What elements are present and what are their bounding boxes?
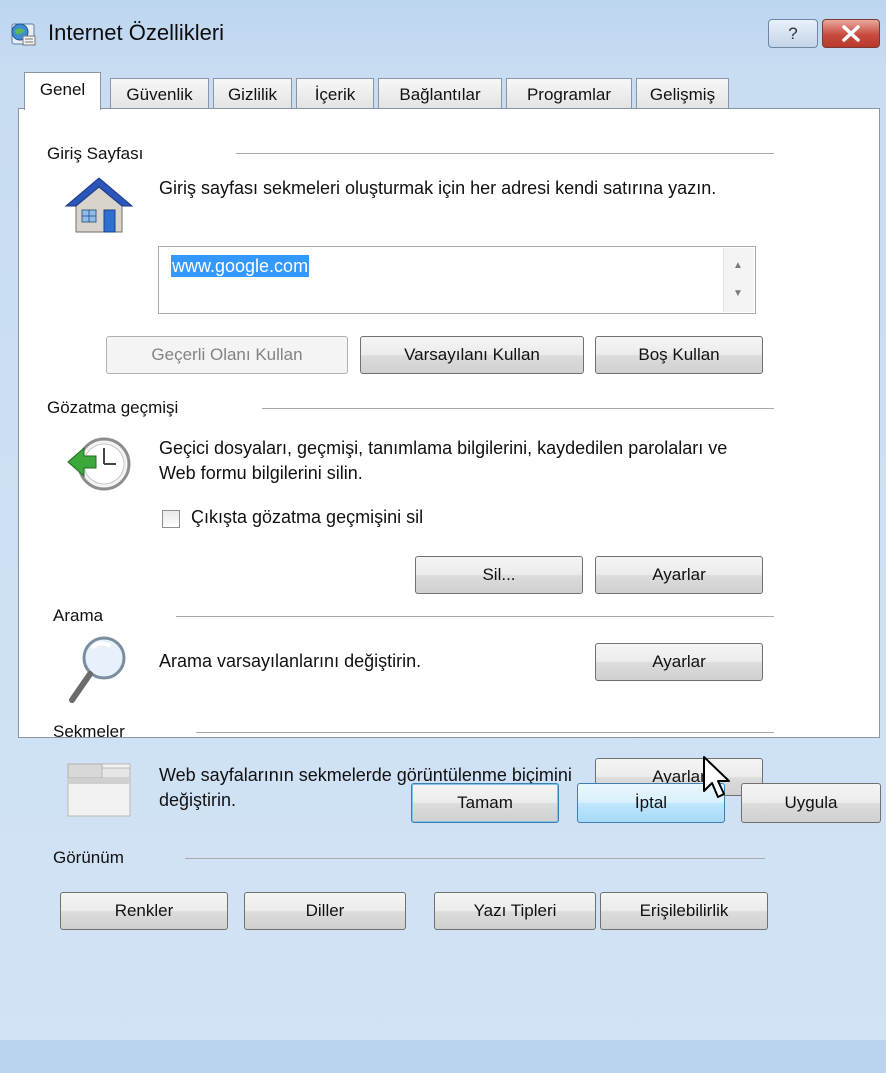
ok-button[interactable]: Tamam	[411, 783, 559, 823]
tabs-window-icon	[67, 763, 131, 817]
tab-gelismis[interactable]: Gelişmiş	[636, 78, 729, 109]
close-icon	[842, 25, 860, 42]
search-group-label: Arama	[53, 606, 104, 625]
textarea-scrollbar[interactable]: ▲ ▼	[723, 248, 754, 312]
delete-on-exit-checkbox[interactable]	[162, 510, 180, 528]
internet-options-dialog: Internet Özellikleri ? Genel Güvenlik Gi…	[0, 0, 886, 1073]
scroll-down-icon[interactable]: ▼	[733, 288, 743, 299]
appearance-group-label: Görünüm	[53, 848, 124, 867]
delete-on-exit-label[interactable]: Çıkışta gözatma geçmişini sil	[191, 507, 423, 528]
tab-programlar[interactable]: Programlar	[506, 78, 632, 109]
browsing-history-description: Geçici dosyaları, geçmişi, tanımlama bil…	[159, 438, 728, 483]
apply-button[interactable]: Uygula	[741, 783, 881, 823]
search-settings-button[interactable]: Ayarlar	[595, 643, 763, 681]
tab-genel[interactable]: Genel	[24, 72, 101, 110]
title-bar: Internet Özellikleri ?	[0, 0, 886, 64]
scroll-up-icon[interactable]: ▲	[733, 260, 743, 271]
tab-guvenlik[interactable]: Güvenlik	[110, 78, 209, 109]
accessibility-button[interactable]: Erişilebilirlik	[600, 892, 768, 930]
mouse-pointer-icon	[703, 756, 730, 798]
browsing-history-divider	[262, 408, 774, 409]
use-current-button[interactable]: Geçerli Olanı Kullan	[106, 336, 348, 374]
magnifier-icon	[69, 636, 126, 703]
home-page-description: Giriş sayfası sekmeleri oluşturmak için …	[159, 178, 717, 198]
home-page-address-textarea[interactable]: www.google.com ▲ ▼	[158, 246, 756, 314]
languages-button[interactable]: Diller	[244, 892, 406, 930]
search-description: Arama varsayılanlarını değiştirin.	[159, 651, 422, 671]
home-page-group-label: Giriş Sayfası	[47, 144, 144, 163]
close-button[interactable]	[822, 19, 880, 48]
window-bottom-frame	[0, 1040, 886, 1073]
tab-icerik[interactable]: İçerik	[296, 78, 374, 109]
window-title: Internet Özellikleri	[48, 20, 225, 45]
tab-gizlilik[interactable]: Gizlilik	[213, 78, 292, 109]
tab-baglantilar[interactable]: Bağlantılar	[378, 78, 502, 109]
house-icon	[64, 177, 134, 233]
tabs-group-label: Sekmeler	[53, 722, 125, 741]
appearance-divider	[185, 858, 765, 859]
fonts-button[interactable]: Yazı Tipleri	[434, 892, 596, 930]
use-blank-button[interactable]: Boş Kullan	[595, 336, 763, 374]
browsing-history-group-label: Gözatma geçmişi	[47, 398, 179, 417]
tabs-divider	[196, 732, 774, 733]
home-page-divider	[236, 153, 774, 154]
internet-options-icon	[11, 23, 36, 46]
use-default-button[interactable]: Varsayılanı Kullan	[360, 336, 584, 374]
history-settings-button[interactable]: Ayarlar	[595, 556, 763, 594]
delete-history-button[interactable]: Sil...	[415, 556, 583, 594]
home-page-address-value[interactable]: www.google.com	[171, 255, 310, 277]
search-divider	[176, 616, 774, 617]
history-clock-icon	[67, 437, 131, 491]
help-button[interactable]: ?	[768, 19, 818, 48]
colors-button[interactable]: Renkler	[60, 892, 228, 930]
